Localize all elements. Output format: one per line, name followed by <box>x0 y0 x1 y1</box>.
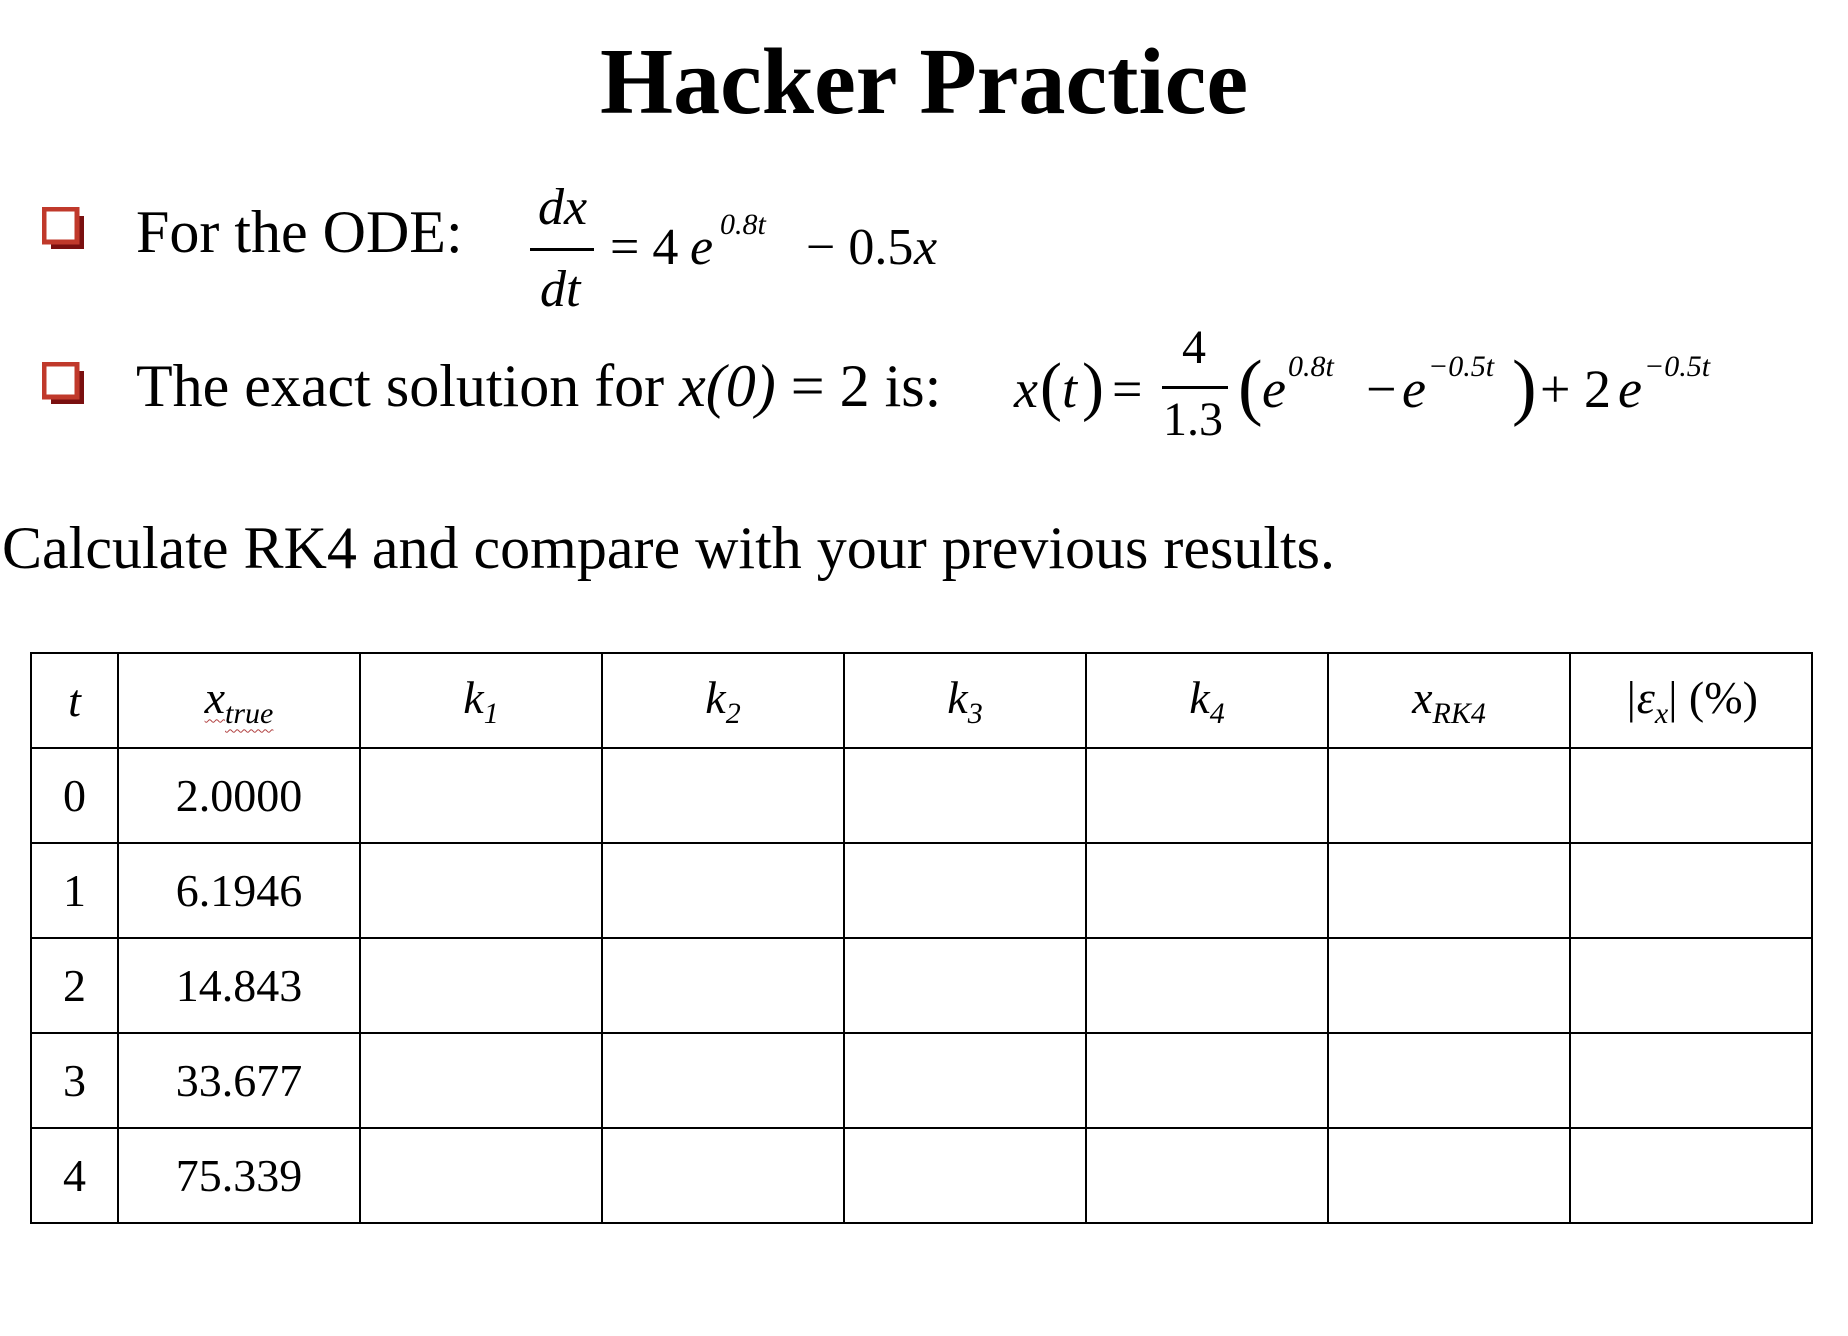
cell-x-true: 33.677 <box>117 1032 361 1129</box>
cell-empty <box>601 747 845 844</box>
ode-rhs-eq: = 4 <box>610 219 679 276</box>
cell-empty <box>843 1127 1087 1224</box>
table-row: 0 2.0000 <box>30 747 1813 844</box>
exact-plus: + 2 <box>1540 359 1611 419</box>
checkbox-bullet-icon <box>42 362 84 404</box>
cell-t: 4 <box>30 1127 119 1224</box>
cell-empty <box>843 747 1087 844</box>
exact-label: The exact solution for x(0) = 2 is: <box>136 353 942 419</box>
exact-eq: = <box>1112 359 1143 419</box>
table-header-row: t xtrue k1 k2 k3 k4 xRK4 |εx| (%) <box>30 652 1813 749</box>
cell-t: 0 <box>30 747 119 844</box>
exact-rparen: ) <box>1082 350 1104 423</box>
ode-numerator: dx <box>538 179 588 236</box>
cell-empty <box>601 1032 845 1129</box>
exact-lparen: ( <box>1040 350 1062 423</box>
cell-empty <box>1085 842 1329 939</box>
exact-lhs-t: t <box>1062 359 1078 419</box>
exact-big-lparen: ( <box>1238 346 1263 428</box>
cell-empty <box>1569 937 1813 1034</box>
exact-e3-exp: −0.5t <box>1644 350 1711 383</box>
page-title: Hacker Practice <box>599 30 1249 134</box>
table-row: 3 33.677 <box>30 1032 1813 1129</box>
cell-empty <box>1569 842 1813 939</box>
cell-empty <box>1569 1032 1813 1129</box>
table-header-cell: t <box>30 652 119 749</box>
cell-t: 1 <box>30 842 119 939</box>
cell-empty <box>359 842 603 939</box>
cell-empty <box>1085 937 1329 1034</box>
cell-empty <box>1327 1032 1571 1129</box>
table-row: 1 6.1946 <box>30 842 1813 939</box>
exact-e2: e <box>1402 359 1426 419</box>
table-header-cell: xtrue <box>117 652 361 749</box>
exact-e1: e <box>1262 359 1286 419</box>
cell-empty <box>1085 747 1329 844</box>
ode-rhs-e: e <box>690 219 714 276</box>
table-header-cell: k4 <box>1085 652 1329 749</box>
cell-empty <box>1569 1127 1813 1224</box>
ode-rhs-minus: − 0.5 <box>806 219 914 276</box>
cell-x-true: 14.843 <box>117 937 361 1034</box>
cell-empty <box>1085 1127 1329 1224</box>
table-row: 2 14.843 <box>30 937 1813 1034</box>
table-header-cell: |εx| (%) <box>1569 652 1813 749</box>
cell-x-true: 2.0000 <box>117 747 361 844</box>
cell-empty <box>1327 842 1571 939</box>
cell-empty <box>1569 747 1813 844</box>
cell-empty <box>359 937 603 1034</box>
table-header-cell: k2 <box>601 652 845 749</box>
exact-e3: e <box>1618 359 1642 419</box>
cell-empty <box>359 747 603 844</box>
cell-t: 3 <box>30 1032 119 1129</box>
cell-empty <box>601 842 845 939</box>
exact-e2-exp: −0.5t <box>1428 350 1495 383</box>
table-header-cell: k3 <box>843 652 1087 749</box>
cell-empty <box>843 842 1087 939</box>
ode-fraction-bar <box>530 248 594 251</box>
exact-fraction-bar <box>1162 386 1228 389</box>
checkbox-bullet-icon <box>42 207 84 249</box>
exact-minus: − <box>1366 359 1397 419</box>
exact-lhs-x: x <box>1014 359 1038 419</box>
cell-empty <box>359 1127 603 1224</box>
cell-empty <box>1327 1127 1571 1224</box>
cell-x-true: 6.1946 <box>117 842 361 939</box>
cell-empty <box>1327 937 1571 1034</box>
exact-frac-num: 4 <box>1182 321 1206 374</box>
table-header-cell: k1 <box>359 652 603 749</box>
exact-e1-exp: 0.8t <box>1288 350 1334 383</box>
rk4-table: t xtrue k1 k2 k3 k4 xRK4 |εx| (%) 0 2.0000 1 6.1946… <box>30 652 1813 1224</box>
cell-empty <box>601 1127 845 1224</box>
cell-t: 2 <box>30 937 119 1034</box>
table-header-cell: xRK4 <box>1327 652 1571 749</box>
exact-frac-den: 1.3 <box>1163 393 1223 446</box>
cell-empty <box>1327 747 1571 844</box>
ode-rhs-x: x <box>914 219 938 276</box>
instruction-text: Calculate RK4 and compare with your prev… <box>2 515 1336 581</box>
ode-denominator: dt <box>540 261 581 318</box>
exact-big-rparen: ) <box>1512 346 1537 428</box>
cell-x-true: 75.339 <box>117 1127 361 1224</box>
ode-label: For the ODE: <box>136 199 463 265</box>
cell-empty <box>1085 1032 1329 1129</box>
ode-rhs-exp: 0.8t <box>720 208 766 241</box>
cell-empty <box>843 1032 1087 1129</box>
cell-empty <box>359 1032 603 1129</box>
cell-empty <box>843 937 1087 1034</box>
table-row: 4 75.339 <box>30 1127 1813 1224</box>
cell-empty <box>601 937 845 1034</box>
